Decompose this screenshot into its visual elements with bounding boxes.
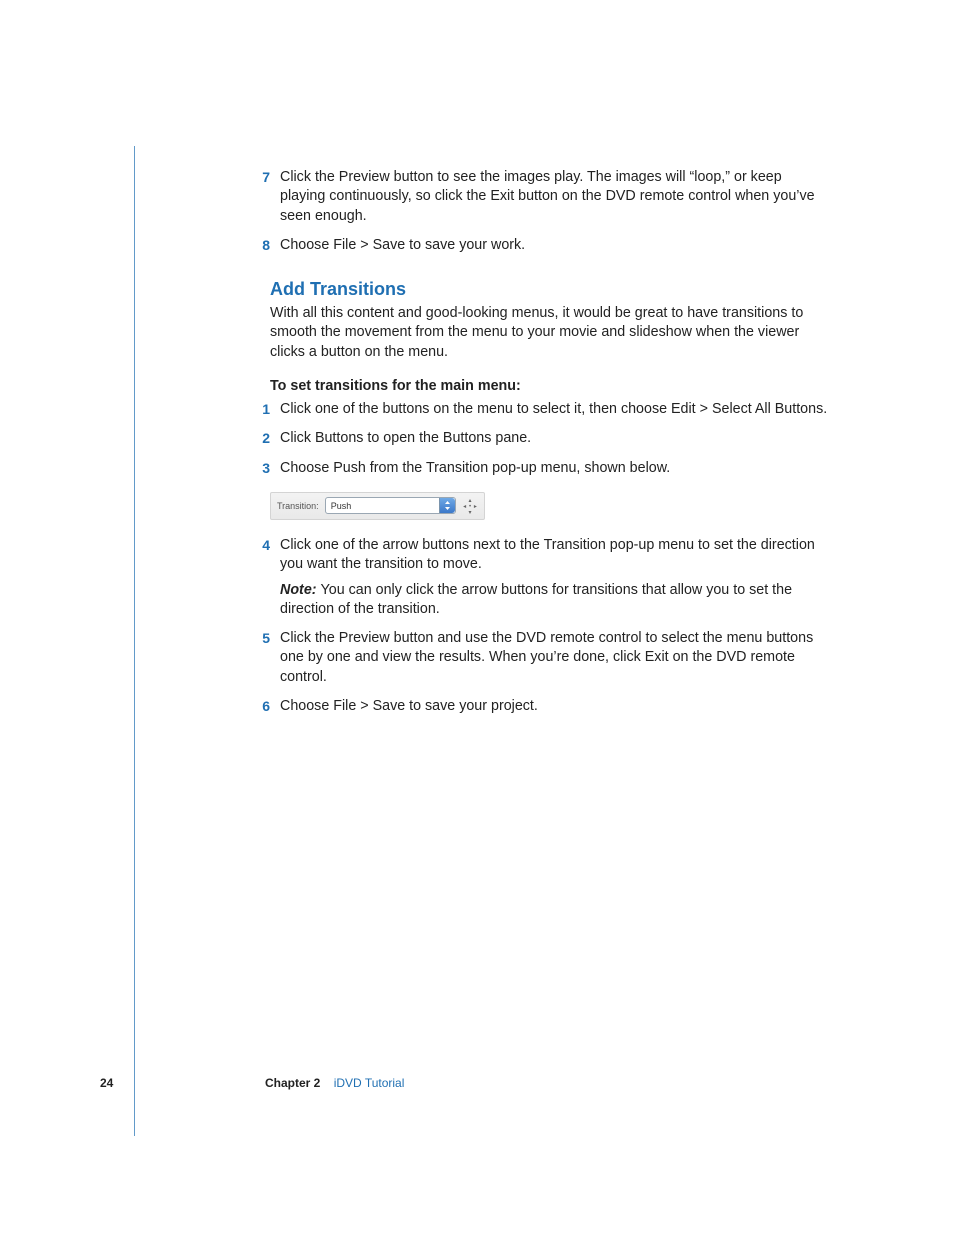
step-number: 5: [248, 629, 280, 687]
task-intro: To set transitions for the main menu:: [270, 378, 830, 394]
page-number: 24: [100, 1076, 113, 1090]
numbered-step: 6Choose File > Save to save your project…: [248, 697, 830, 716]
step-text: Click the Preview button and use the DVD…: [280, 629, 830, 687]
chapter-title: iDVD Tutorial: [334, 1076, 405, 1090]
dropdown-caret-icon: [439, 498, 455, 513]
numbered-step: 3Choose Push from the Transition pop-up …: [248, 459, 830, 478]
step-body: Choose Push from the Transition pop-up m…: [280, 459, 830, 478]
step-number: 7: [248, 168, 280, 226]
numbered-step: 7Click the Preview button to see the ima…: [248, 168, 830, 226]
step-number: 6: [248, 697, 280, 716]
step-body: Choose File > Save to save your work.: [280, 236, 830, 255]
step-text: Click the Preview button to see the imag…: [280, 168, 830, 226]
step-text: Choose Push from the Transition pop-up m…: [280, 459, 830, 478]
note-label: Note:: [280, 582, 321, 598]
section-intro: With all this content and good-looking m…: [270, 304, 830, 362]
step-body: Click one of the arrow buttons next to t…: [280, 536, 830, 619]
step-number: 2: [248, 429, 280, 448]
step-number: 3: [248, 459, 280, 478]
transition-dropdown[interactable]: Push: [325, 497, 456, 514]
section-heading: Add Transitions: [270, 279, 830, 300]
document-page: 7Click the Preview button to see the ima…: [0, 0, 954, 1235]
step-body: Click Buttons to open the Buttons pane.: [280, 429, 830, 448]
step-number: 4: [248, 536, 280, 619]
step-text: Click one of the buttons on the menu to …: [280, 400, 830, 419]
step-number: 8: [248, 236, 280, 255]
step-number: 1: [248, 400, 280, 419]
page-content: 7Click the Preview button to see the ima…: [248, 168, 830, 726]
step-body: Click one of the buttons on the menu to …: [280, 400, 830, 419]
transition-dropdown-value: Push: [331, 501, 352, 511]
step-body: Click the Preview button and use the DVD…: [280, 629, 830, 687]
transition-label: Transition:: [277, 501, 319, 511]
numbered-step: 4Click one of the arrow buttons next to …: [248, 536, 830, 619]
transition-popup-figure: Transition: Push ▴ ◂•▸ ▾: [270, 492, 485, 520]
numbered-step: 8Choose File > Save to save your work.: [248, 236, 830, 255]
step-text: Click one of the arrow buttons next to t…: [280, 536, 830, 575]
step-text: Note: You can only click the arrow butto…: [280, 581, 830, 620]
footer-rule: [134, 146, 135, 1136]
chapter-label: Chapter 2: [265, 1076, 320, 1090]
direction-arrows-icon[interactable]: ▴ ◂•▸ ▾: [462, 498, 478, 514]
step-body: Choose File > Save to save your project.: [280, 697, 830, 716]
step-body: Click the Preview button to see the imag…: [280, 168, 830, 226]
numbered-step: 2Click Buttons to open the Buttons pane.: [248, 429, 830, 448]
step-text: Choose File > Save to save your project.: [280, 697, 830, 716]
numbered-step: 5Click the Preview button and use the DV…: [248, 629, 830, 687]
numbered-step: 1Click one of the buttons on the menu to…: [248, 400, 830, 419]
chapter-ref: Chapter 2 iDVD Tutorial: [265, 1076, 404, 1090]
step-text: Click Buttons to open the Buttons pane.: [280, 429, 830, 448]
page-footer: 24 Chapter 2 iDVD Tutorial: [100, 1076, 860, 1146]
step-text: Choose File > Save to save your work.: [280, 236, 830, 255]
